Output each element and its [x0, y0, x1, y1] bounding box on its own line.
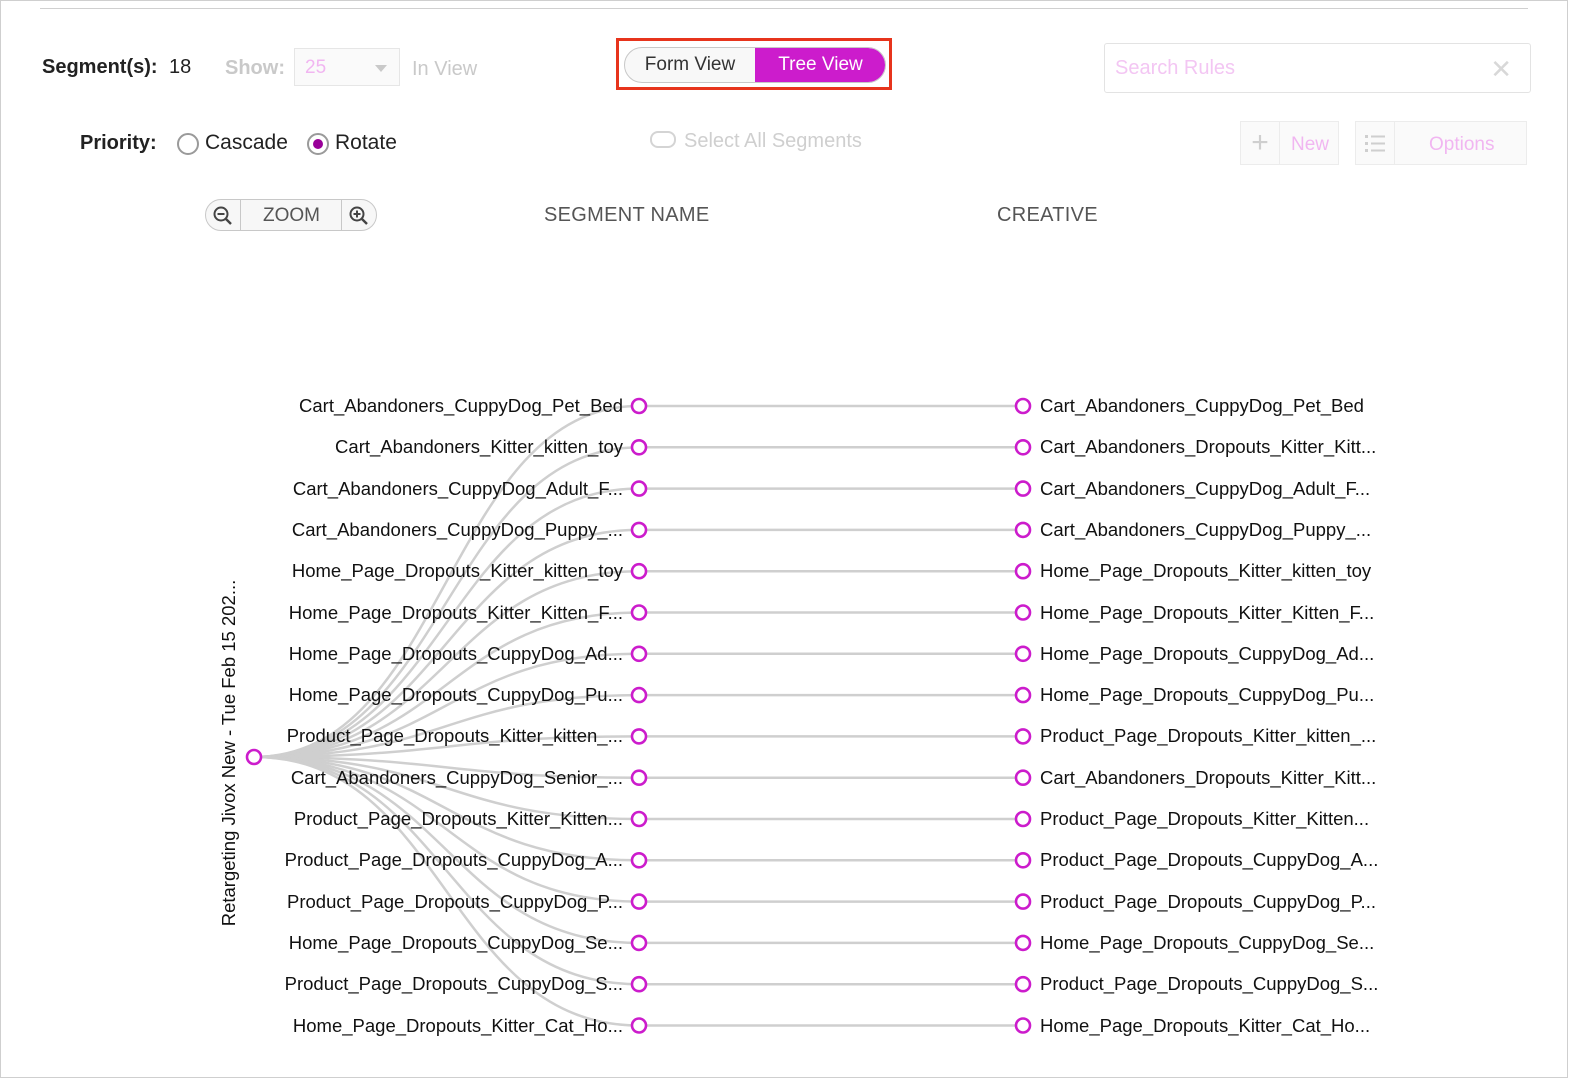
creative-node[interactable] [1014, 521, 1032, 539]
creative-node[interactable] [1014, 562, 1032, 580]
segment-name[interactable]: Cart_Abandoners_CuppyDog_Senior_... [291, 767, 623, 789]
root-node-label: Retargeting Jivox New - Tue Feb 15 202..… [218, 579, 239, 927]
creative-node[interactable] [1014, 686, 1032, 704]
creative-node[interactable] [1014, 810, 1032, 828]
segment-node[interactable] [630, 810, 648, 828]
creative-name[interactable]: Cart_Abandoners_CuppyDog_Puppy_... [1040, 519, 1371, 541]
creative-name[interactable]: Product_Page_Dropouts_CuppyDog_A... [1040, 849, 1378, 871]
segment-node[interactable] [630, 562, 648, 580]
creative-node[interactable] [1014, 975, 1032, 993]
creative-node[interactable] [1014, 1017, 1032, 1034]
segment-node[interactable] [630, 1017, 648, 1034]
segment-node[interactable] [630, 686, 648, 704]
creative-node[interactable] [1014, 645, 1032, 663]
creative-name[interactable]: Home_Page_Dropouts_CuppyDog_Pu... [1040, 684, 1374, 706]
creative-name[interactable]: Cart_Abandoners_Dropouts_Kitter_Kitt... [1040, 767, 1376, 789]
creative-node[interactable] [1014, 851, 1032, 869]
segment-name[interactable]: Cart_Abandoners_Kitter_kitten_toy [335, 436, 623, 458]
segment-name[interactable]: Home_Page_Dropouts_Kitter_Cat_Ho... [293, 1015, 623, 1037]
segment-node[interactable] [630, 893, 648, 910]
root-node[interactable] [245, 748, 263, 766]
segment-name[interactable]: Cart_Abandoners_CuppyDog_Puppy_... [292, 519, 623, 541]
creative-node[interactable] [1014, 728, 1032, 745]
creative-name[interactable]: Cart_Abandoners_Dropouts_Kitter_Kitt... [1040, 436, 1376, 458]
segment-name[interactable]: Product_Page_Dropouts_CuppyDog_S... [285, 973, 623, 995]
creative-name[interactable]: Home_Page_Dropouts_CuppyDog_Ad... [1040, 643, 1374, 665]
creative-node[interactable] [1014, 480, 1032, 497]
segment-name[interactable]: Home_Page_Dropouts_Kitter_kitten_toy [292, 560, 623, 582]
segment-node[interactable] [630, 438, 648, 456]
creative-name[interactable]: Home_Page_Dropouts_CuppyDog_Se... [1040, 932, 1374, 954]
segment-node[interactable] [630, 480, 648, 497]
segment-name[interactable]: Cart_Abandoners_CuppyDog_Pet_Bed [299, 395, 623, 417]
segment-name[interactable]: Product_Page_Dropouts_CuppyDog_A... [285, 849, 623, 871]
segment-name[interactable]: Home_Page_Dropouts_CuppyDog_Pu... [289, 684, 623, 706]
segment-name[interactable]: Product_Page_Dropouts_Kitter_Kitten... [294, 808, 623, 830]
creative-node[interactable] [1014, 604, 1032, 621]
creative-name[interactable]: Home_Page_Dropouts_Kitter_kitten_toy [1040, 560, 1371, 582]
segment-node[interactable] [630, 645, 648, 663]
segment-node[interactable] [630, 397, 648, 415]
segment-node[interactable] [630, 851, 648, 869]
creative-name[interactable]: Product_Page_Dropouts_Kitter_Kitten... [1040, 808, 1369, 830]
creative-node[interactable] [1014, 893, 1032, 910]
segment-tree: Retargeting Jivox New - Tue Feb 15 202..… [0, 0, 1576, 1084]
creative-name[interactable]: Cart_Abandoners_CuppyDog_Adult_F... [1040, 478, 1370, 500]
creative-node[interactable] [1014, 934, 1032, 952]
creative-name[interactable]: Product_Page_Dropouts_CuppyDog_S... [1040, 973, 1378, 995]
segment-name[interactable]: Product_Page_Dropouts_Kitter_kitten_... [287, 725, 623, 747]
segment-node[interactable] [630, 604, 648, 621]
segment-node[interactable] [630, 934, 648, 952]
segment-node[interactable] [630, 769, 648, 787]
creative-name[interactable]: Product_Page_Dropouts_CuppyDog_P... [1040, 891, 1376, 913]
creative-node[interactable] [1014, 397, 1032, 415]
creative-name[interactable]: Home_Page_Dropouts_Kitter_Kitten_F... [1040, 602, 1374, 624]
segment-name[interactable]: Cart_Abandoners_CuppyDog_Adult_F... [293, 478, 623, 500]
creative-name[interactable]: Cart_Abandoners_CuppyDog_Pet_Bed [1040, 395, 1364, 417]
creative-name[interactable]: Home_Page_Dropouts_Kitter_Cat_Ho... [1040, 1015, 1370, 1037]
segment-name[interactable]: Home_Page_Dropouts_Kitter_Kitten_F... [289, 602, 623, 624]
segment-node[interactable] [630, 975, 648, 993]
segment-name[interactable]: Home_Page_Dropouts_CuppyDog_Ad... [289, 643, 623, 665]
creative-name[interactable]: Product_Page_Dropouts_Kitter_kitten_... [1040, 725, 1376, 747]
creative-node[interactable] [1014, 438, 1032, 456]
creative-node[interactable] [1014, 769, 1032, 787]
segment-node[interactable] [630, 521, 648, 539]
segment-node[interactable] [630, 728, 648, 745]
segment-name[interactable]: Home_Page_Dropouts_CuppyDog_Se... [289, 932, 623, 954]
segment-name[interactable]: Product_Page_Dropouts_CuppyDog_P... [287, 891, 623, 913]
